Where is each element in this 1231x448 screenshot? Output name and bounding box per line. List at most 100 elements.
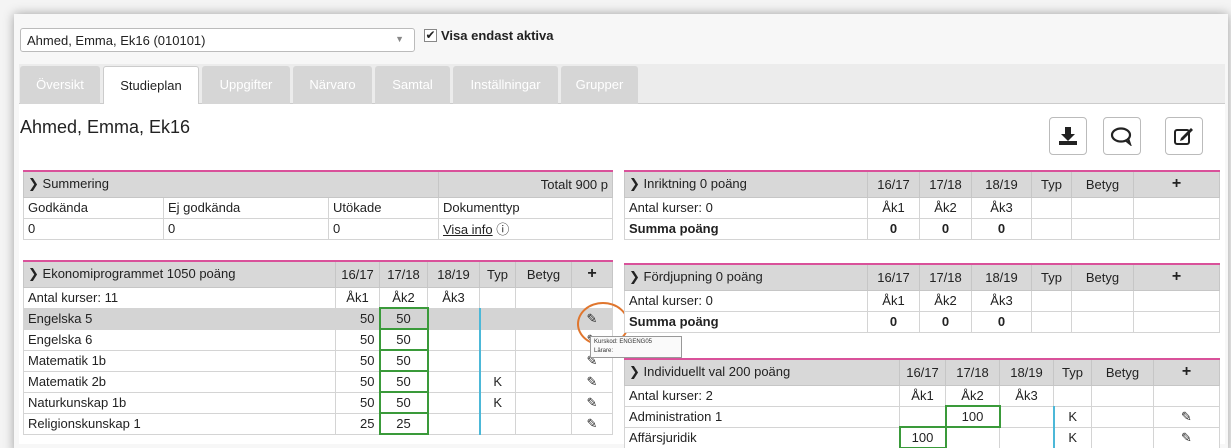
course-tooltip: Kurskod: ENGENG05 Lärare: xyxy=(590,336,682,358)
col-typ: Typ xyxy=(1031,263,1072,291)
course-points-y3 xyxy=(427,391,481,414)
year-ak2: Åk2 xyxy=(919,289,972,312)
course-points-y2[interactable]: 25 xyxy=(378,412,429,435)
course-points-y3 xyxy=(427,349,481,372)
inriktning-title: Inriktning 0 poäng xyxy=(643,176,747,192)
fordjupning-sum-label: Summa poäng xyxy=(624,310,868,333)
col-betyg: Betyg xyxy=(1071,263,1134,291)
course-points-y2[interactable]: 50 xyxy=(378,307,429,330)
year-ak3: Åk3 xyxy=(971,289,1032,312)
col-17-18: 17/18 xyxy=(945,358,1000,386)
course-points-y2[interactable]: 100 xyxy=(944,405,1001,428)
course-points-y3 xyxy=(427,328,481,351)
course-points-y1: 50 xyxy=(335,349,380,372)
course-betyg xyxy=(1091,426,1154,448)
table-row[interactable]: Administration 1 100 K ✎ xyxy=(624,405,1220,428)
tab-oversikt[interactable]: Översikt xyxy=(20,66,100,104)
course-name: Administration 1 xyxy=(624,405,900,428)
course-points-y2[interactable]: 50 xyxy=(378,370,429,393)
course-typ xyxy=(479,328,516,351)
tab-bar: Översikt Studieplan Uppgifter Närvaro Sa… xyxy=(19,64,1225,105)
table-row[interactable]: Affärsjuridik 100 K ✎ xyxy=(624,426,1220,448)
chevron-down-icon: ❯ xyxy=(629,269,640,285)
sum-y1: 0 xyxy=(867,217,920,240)
table-row[interactable]: Religionskunskap 1 25 25 ✎ xyxy=(23,412,613,435)
course-points-y1: 50 xyxy=(335,307,380,330)
edit-icon[interactable]: ✎ xyxy=(571,391,613,414)
col-typ: Typ xyxy=(1053,358,1092,386)
fordjupning-sum-row: Summa poäng 0 0 0 xyxy=(624,310,1220,333)
course-points-y1 xyxy=(899,405,946,428)
course-points-y2[interactable]: 50 xyxy=(378,391,429,414)
col-betyg: Betyg xyxy=(1091,358,1154,386)
tab-samtal[interactable]: Samtal xyxy=(375,66,450,104)
download-button[interactable] xyxy=(1049,117,1087,155)
summering-title-cell[interactable]: ❯ Summering xyxy=(23,170,439,198)
tab-installningar[interactable]: Inställningar xyxy=(453,66,558,104)
fordjupning-header: ❯ Fördjupning 0 poäng 16/17 17/18 18/19 … xyxy=(624,263,1220,291)
comment-icon xyxy=(1110,127,1132,146)
comment-button[interactable] xyxy=(1103,117,1141,155)
chevron-down-icon: ❯ xyxy=(629,176,640,192)
individuellt-count: Antal kurser: 2 xyxy=(624,384,900,407)
summering-total: Totalt 900 p xyxy=(438,170,613,198)
label-dokumenttyp: Dokumenttyp xyxy=(438,196,613,219)
table-row[interactable]: Matematik 1b 50 50 ✎ xyxy=(23,349,613,372)
tab-uppgifter[interactable]: Uppgifter xyxy=(202,66,290,104)
add-course-button[interactable]: + xyxy=(1133,170,1220,198)
course-points-y1: 50 xyxy=(335,328,380,351)
active-only-checkbox[interactable]: ✔ Visa endast aktiva xyxy=(424,28,554,43)
course-name: Matematik 2b xyxy=(23,370,336,393)
tab-studieplan[interactable]: Studieplan xyxy=(103,66,199,105)
year-ak1: Åk1 xyxy=(867,289,920,312)
col-18-19: 18/19 xyxy=(971,170,1032,198)
add-course-button[interactable]: + xyxy=(1133,263,1220,291)
course-name: Engelska 6 xyxy=(23,328,336,351)
student-select[interactable]: Ahmed, Emma, Ek16 (010101) ▼ xyxy=(20,28,415,52)
add-course-button[interactable]: + xyxy=(1153,358,1220,386)
inriktning-sum-label: Summa poäng xyxy=(624,217,868,240)
col-betyg: Betyg xyxy=(515,260,572,288)
edit-icon xyxy=(1174,128,1193,145)
course-points-y3 xyxy=(427,412,481,435)
edit-icon[interactable]: ✎ xyxy=(571,370,613,393)
table-row[interactable]: Matematik 2b 50 50 K ✎ xyxy=(23,370,613,393)
inriktning-title-cell[interactable]: ❯ Inriktning 0 poäng xyxy=(624,170,868,198)
col-16-17: 16/17 xyxy=(335,260,380,288)
fordjupning-title-cell[interactable]: ❯ Fördjupning 0 poäng xyxy=(624,263,868,291)
course-points-y2[interactable]: 50 xyxy=(378,349,429,372)
course-points-y1: 50 xyxy=(335,370,380,393)
course-typ: K xyxy=(1053,426,1092,448)
col-17-18: 17/18 xyxy=(919,170,972,198)
edit-icon[interactable]: ✎ xyxy=(571,412,613,435)
program-count-row: Antal kurser: 11 Åk1 Åk2 Åk3 xyxy=(23,286,613,309)
program-title-cell[interactable]: ❯ Ekonomiprogrammet 1050 poäng xyxy=(23,260,336,288)
student-select-value: Ahmed, Emma, Ek16 (010101) xyxy=(27,33,206,48)
tab-grupper[interactable]: Grupper xyxy=(561,66,638,104)
edit-icon[interactable]: ✎ xyxy=(1153,405,1220,428)
course-points-y1[interactable]: 100 xyxy=(898,426,947,448)
course-points-y2[interactable]: 50 xyxy=(378,328,429,351)
tab-narvaro[interactable]: Närvaro xyxy=(293,66,372,104)
individuellt-count-row: Antal kurser: 2 Åk1 Åk2 Åk3 xyxy=(624,384,1220,407)
visa-info-link[interactable]: Visa info xyxy=(443,222,493,237)
edit-button[interactable] xyxy=(1165,117,1203,155)
sum-y1: 0 xyxy=(867,310,920,333)
table-row[interactable]: Engelska 6 50 50 ✎ xyxy=(23,328,613,351)
table-row[interactable]: Engelska 5 50 50 ✎ xyxy=(23,307,613,330)
year-ak2: Åk2 xyxy=(945,384,1000,407)
table-row[interactable]: Naturkunskap 1b 50 50 K ✎ xyxy=(23,391,613,414)
year-ak3: Åk3 xyxy=(427,286,480,309)
course-points-y3 xyxy=(427,307,481,330)
individuellt-title-cell[interactable]: ❯ Individuellt val 200 poäng xyxy=(624,358,900,386)
year-ak3: Åk3 xyxy=(999,384,1054,407)
label-utokade: Utökade xyxy=(328,196,439,219)
download-icon xyxy=(1059,127,1077,145)
label-godkanda: Godkända xyxy=(23,196,164,219)
col-typ: Typ xyxy=(479,260,516,288)
course-betyg xyxy=(515,412,572,435)
add-course-button[interactable]: + xyxy=(571,260,613,288)
sum-y3: 0 xyxy=(971,217,1032,240)
course-points-y1: 25 xyxy=(335,412,380,435)
edit-icon[interactable]: ✎ xyxy=(1153,426,1220,448)
